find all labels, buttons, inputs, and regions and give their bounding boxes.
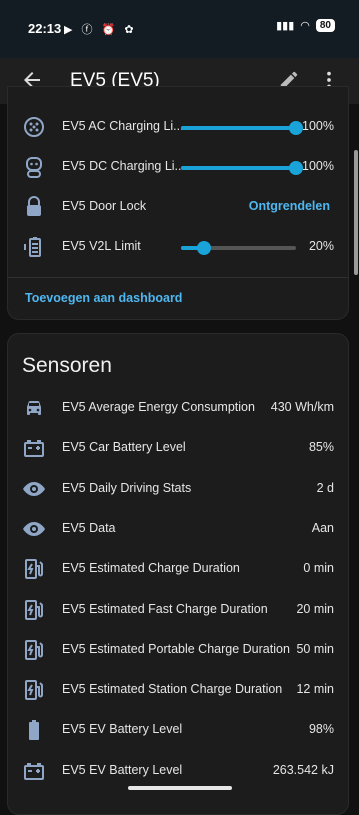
sensor-row[interactable]: EV5 Estimated Charge Duration 0 min	[8, 549, 348, 589]
sensor-name: EV5 Estimated Portable Charge Duration	[62, 641, 290, 656]
car-battery-icon	[24, 440, 44, 458]
control-value: 100%	[302, 159, 334, 173]
battery-charging-icon	[24, 237, 41, 257]
sensor-name: EV5 EV Battery Level	[62, 722, 183, 737]
battery-indicator: 80	[315, 19, 335, 32]
sensor-row[interactable]: EV5 Data Aan	[8, 509, 348, 549]
sensor-row[interactable]: EV5 EV Battery Level 263.542 kJ	[8, 751, 348, 791]
sensor-row[interactable]: EV5 Estimated Station Charge Duration 12 …	[8, 670, 348, 710]
card-divider	[8, 277, 348, 278]
control-label: EV5 Door Lock	[62, 199, 147, 213]
sensor-value: 50 min	[296, 641, 334, 656]
ev-station-icon	[25, 680, 43, 701]
sensor-value: 85%	[308, 440, 334, 455]
ev-station-icon	[25, 639, 43, 660]
sensor-row[interactable]: EV5 Estimated Portable Charge Duration 50…	[8, 630, 348, 670]
slider-fill	[181, 126, 296, 130]
sensor-row[interactable]: EV5 Average Energy Consumption 430 Wh/km	[8, 388, 348, 428]
eye-icon	[23, 521, 45, 536]
control-row-ac-charging-limit[interactable]: EV5 AC Charging Li... 100%	[8, 107, 348, 147]
v2l-limit-slider[interactable]	[181, 241, 296, 255]
scrollbar[interactable]	[354, 150, 358, 275]
notification-icons: ▶ ⓕ ⏰ ✿	[64, 24, 137, 36]
dc-limit-slider[interactable]	[181, 161, 303, 175]
lock-icon	[27, 196, 41, 216]
sensor-row[interactable]: EV5 Daily Driving Stats 2 d	[8, 469, 348, 509]
sensor-value: 0 min	[303, 561, 334, 576]
control-label: EV5 DC Charging Li...	[62, 159, 185, 173]
add-to-dashboard-button[interactable]: Toevoegen aan dashboard	[25, 291, 182, 305]
sensor-value: 430 Wh/km	[270, 400, 334, 414]
sensor-value: 2 d	[316, 480, 334, 495]
car-icon	[27, 401, 41, 415]
signal-icon: ▮▮▮	[276, 20, 295, 32]
control-row-door-lock: EV5 Door Lock Ontgrendelen	[8, 187, 348, 227]
sensor-row[interactable]: EV5 Car Battery Level 85%	[8, 428, 348, 468]
control-value: 100%	[302, 119, 334, 133]
sensor-name: EV5 EV Battery Level	[62, 762, 183, 777]
sensor-name: EV5 Average Energy Consumption	[62, 400, 255, 414]
sensor-name: EV5 Estimated Charge Duration	[62, 561, 240, 576]
controls-card: EV5 AC Charging Li... 100% EV5 DC Chargi…	[7, 86, 349, 320]
sensor-name: EV5 Car Battery Level	[62, 440, 186, 455]
sensor-value: 263.542 kJ	[272, 762, 334, 777]
ev-plug-type2-icon	[24, 117, 44, 137]
slider-fill	[181, 166, 296, 170]
status-time: 22:13	[28, 21, 62, 36]
control-label: EV5 V2L Limit	[62, 239, 141, 253]
sensors-title: Sensoren	[22, 354, 112, 377]
sensor-row[interactable]: EV5 EV Battery Level 98%	[8, 710, 348, 750]
car-battery-icon	[24, 762, 44, 780]
control-label: EV5 AC Charging Li...	[62, 119, 184, 133]
sensor-name: EV5 Estimated Fast Charge Duration	[62, 601, 268, 616]
unlock-button[interactable]: Ontgrendelen	[249, 199, 330, 213]
sensor-value: 98%	[308, 722, 334, 737]
status-right-icons: ▮▮▮ ◠ 80	[276, 19, 335, 32]
control-row-dc-charging-limit[interactable]: EV5 DC Charging Li... 100%	[8, 147, 348, 187]
sensor-value: Aan	[311, 520, 334, 535]
sensor-row[interactable]: EV5 Estimated Fast Charge Duration 20 min	[8, 590, 348, 630]
sensor-value: 12 min	[296, 682, 334, 697]
sensor-value: 20 min	[296, 601, 334, 616]
wifi-icon: ◠	[300, 20, 310, 32]
battery-icon	[29, 720, 39, 741]
ev-plug-ccs-icon	[26, 157, 42, 178]
control-value: 20%	[308, 239, 334, 253]
ev-station-icon	[25, 559, 43, 580]
eye-icon	[23, 481, 45, 496]
ac-limit-slider[interactable]	[181, 121, 303, 135]
slider-knob[interactable]	[289, 161, 303, 175]
ev-station-icon	[25, 599, 43, 620]
sensor-name: EV5 Estimated Station Charge Duration	[62, 682, 283, 697]
control-row-v2l-limit[interactable]: EV5 V2L Limit 20%	[8, 227, 348, 267]
sensor-name: EV5 Daily Driving Stats	[62, 480, 192, 495]
slider-knob[interactable]	[197, 241, 211, 255]
sensor-name: EV5 Data	[62, 520, 116, 535]
status-bar: 22:13 ▶ ⓕ ⏰ ✿ ▮▮▮ ◠ 80	[0, 0, 359, 58]
gesture-bar	[128, 786, 232, 790]
slider-knob[interactable]	[289, 121, 303, 135]
sensors-card: Sensoren EV5 Average Energy Consumption 4…	[7, 333, 349, 815]
